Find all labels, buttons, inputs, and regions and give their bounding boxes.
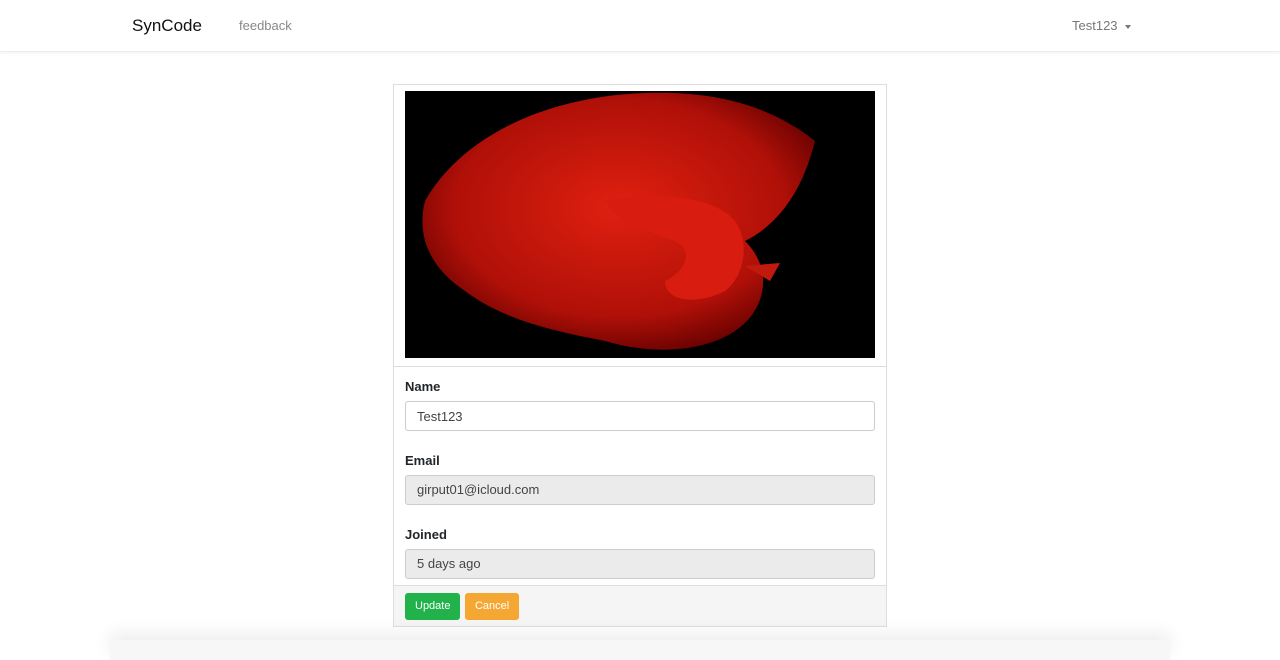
caret-down-icon xyxy=(1124,24,1131,29)
joined-field: 5 days ago xyxy=(405,549,875,579)
email-field: girput01@icloud.com xyxy=(405,475,875,505)
brand-link[interactable]: SynCode xyxy=(132,16,202,36)
email-label: Email xyxy=(405,453,440,468)
user-name: Test123 xyxy=(1072,18,1118,33)
update-button[interactable]: Update xyxy=(405,593,461,620)
cancel-button[interactable]: Cancel xyxy=(464,593,520,620)
name-label: Name xyxy=(405,379,441,394)
profile-card: Name Email girput01@icloud.com Joined 5 … xyxy=(393,84,887,627)
joined-label: Joined xyxy=(405,527,447,542)
profile-image[interactable] xyxy=(405,91,875,358)
user-menu[interactable]: Test123 xyxy=(1072,18,1131,33)
name-input[interactable] xyxy=(405,401,875,431)
footer-shadow xyxy=(110,640,1170,660)
feedback-link[interactable]: feedback xyxy=(239,18,292,33)
navbar: SynCode feedback Test123 xyxy=(0,0,1280,52)
